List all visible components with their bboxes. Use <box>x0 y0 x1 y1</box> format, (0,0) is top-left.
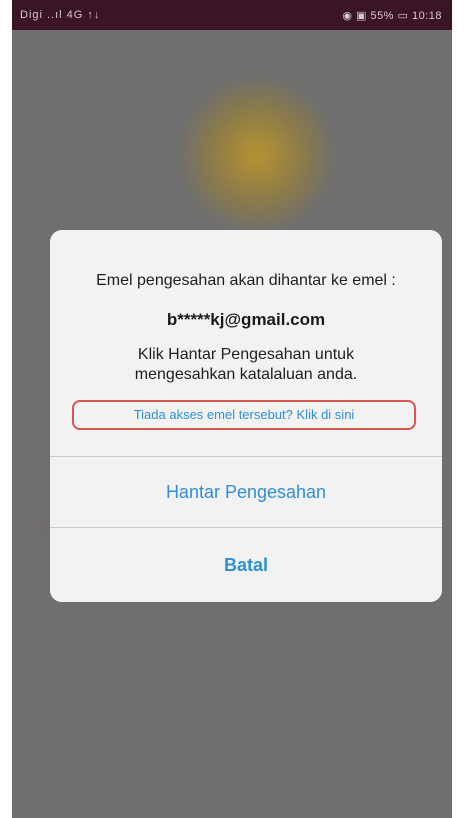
masked-email: b*****kj@gmail.com <box>166 310 326 329</box>
dialog-instruction: Klik Hantar Pengesahan untuk mengesahkan… <box>134 346 358 383</box>
battery-time-status: ◉ ▣ 55% ▭ 10:18 <box>342 10 442 22</box>
no-email-access-link[interactable]: Tiada akses emel tersebut? Klik di sini <box>72 400 416 430</box>
signal-status: Digi ..ıl 4G ↑↓ <box>20 9 101 21</box>
phone-screen: Digi ..ıl 4G ↑↓ ◉ ▣ 55% ▭ 10:18 Emel pen… <box>12 0 452 818</box>
verification-dialog: Emel pengesahan akan dihantar ke emel : … <box>50 230 442 602</box>
dialog-message: Emel pengesahan akan dihantar ke emel : <box>96 272 396 289</box>
send-verification-button[interactable]: Hantar Pengesahan <box>50 457 442 527</box>
status-bar: Digi ..ıl 4G ↑↓ ◉ ▣ 55% ▭ 10:18 <box>12 0 452 30</box>
background-logo <box>182 80 332 230</box>
cancel-button[interactable]: Batal <box>50 528 442 602</box>
